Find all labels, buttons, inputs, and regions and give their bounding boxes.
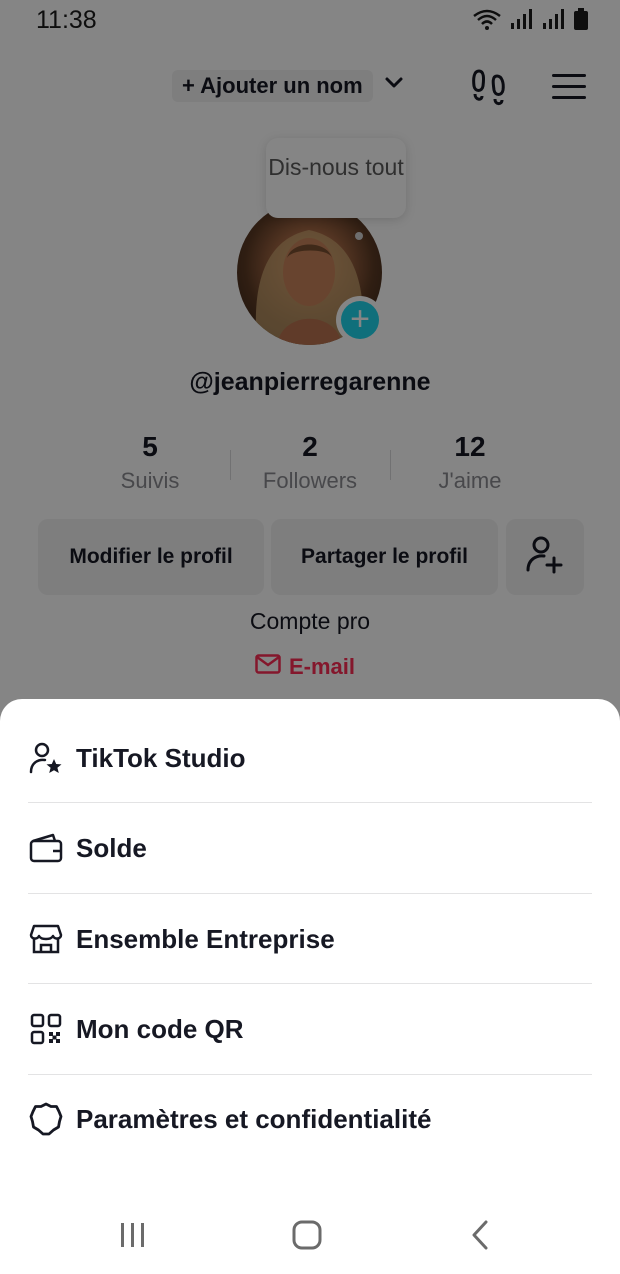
- menu-item-qr-code[interactable]: Mon code QR: [28, 984, 592, 1074]
- menu-item-tiktok-studio[interactable]: TikTok Studio: [28, 713, 592, 803]
- person-star-icon: [28, 740, 64, 776]
- menu-item-balance[interactable]: Solde: [28, 803, 592, 893]
- recent-apps-button[interactable]: [118, 1220, 148, 1255]
- gear-icon: [28, 1101, 64, 1137]
- menu-item-label: Ensemble Entreprise: [76, 923, 335, 954]
- qr-code-icon: [28, 1011, 64, 1047]
- wallet-icon: [28, 830, 64, 866]
- store-icon: [28, 921, 64, 957]
- home-button[interactable]: [291, 1219, 323, 1256]
- menu-item-label: Paramètres et confidentialité: [76, 1103, 432, 1134]
- system-nav-bar: [0, 1200, 620, 1270]
- back-button[interactable]: [468, 1218, 492, 1257]
- menu-item-business-suite[interactable]: Ensemble Entreprise: [28, 894, 592, 984]
- menu-item-label: Mon code QR: [76, 1013, 244, 1044]
- menu-item-settings-privacy[interactable]: Paramètres et confidentialité: [28, 1074, 592, 1164]
- menu-item-label: Solde: [76, 832, 147, 863]
- bottom-sheet-menu: TikTok Studio Solde Ensemble Entreprise: [0, 699, 620, 1274]
- menu-item-label: TikTok Studio: [76, 742, 246, 773]
